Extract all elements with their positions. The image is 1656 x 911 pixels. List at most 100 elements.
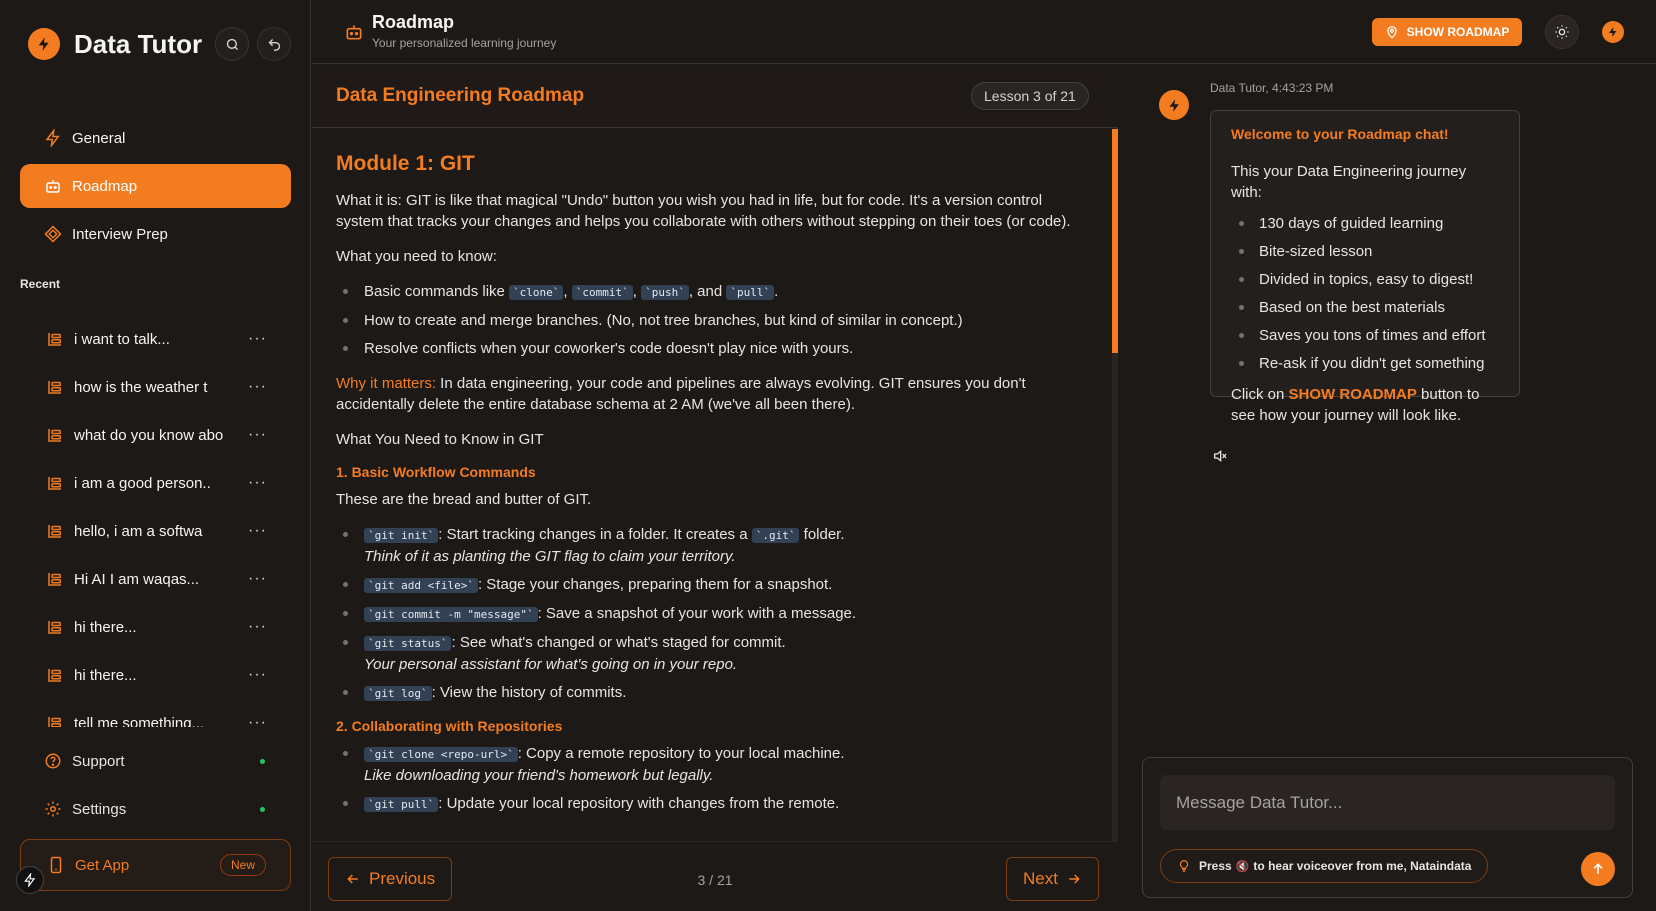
code-snippet: `git init` xyxy=(364,528,439,543)
page-title: Roadmap xyxy=(372,12,455,32)
phone-icon xyxy=(50,856,62,874)
bolt-logo-icon xyxy=(28,28,60,60)
code-snippet: `push` xyxy=(641,285,689,300)
brand[interactable]: Data Tutor xyxy=(28,28,202,60)
mute-icon: 🔇 xyxy=(1235,860,1250,873)
next-button[interactable]: Next xyxy=(1006,857,1099,901)
send-button[interactable] xyxy=(1581,852,1615,886)
more-options-icon[interactable]: ··· xyxy=(248,570,267,588)
collab-list: `git clone <repo-url>`: Copy a remote re… xyxy=(336,743,1078,815)
undo-icon xyxy=(268,38,280,51)
voiceover-hint: Press 🔇 to hear voiceover from me, Natai… xyxy=(1160,849,1489,883)
recent-item[interactable]: hi there... ··· xyxy=(20,651,291,699)
chat-panel: Data Tutor, 4:43:23 PM Welcome to your R… xyxy=(1119,65,1656,911)
more-options-icon[interactable]: ··· xyxy=(248,426,267,444)
more-options-icon[interactable]: ··· xyxy=(248,666,267,684)
gear-icon xyxy=(45,801,61,817)
list-item: Re-ask if you didn't get something xyxy=(1231,353,1499,374)
more-options-icon[interactable]: ··· xyxy=(248,474,267,492)
nav-label: Roadmap xyxy=(72,177,138,195)
lesson-footer: Previous 3 / 21 Next xyxy=(312,841,1118,911)
code-snippet: `git pull` xyxy=(364,797,439,812)
bolt-icon xyxy=(1609,27,1617,37)
show-roadmap-button[interactable]: SHOW ROADMAP xyxy=(1372,18,1522,46)
recent-item[interactable]: i want to talk... ··· xyxy=(20,315,291,363)
code-snippet: `pull` xyxy=(726,285,775,300)
list-item: Divided in topics, easy to digest! xyxy=(1231,269,1499,290)
recent-item[interactable]: how is the weather t ··· xyxy=(20,363,291,411)
chat-list-icon xyxy=(48,621,61,634)
get-app-label: Get App xyxy=(75,856,130,874)
list-item: Bite-sized lesson xyxy=(1231,241,1499,262)
list-item: `git commit -m "message"`: Save a snapsh… xyxy=(336,603,1078,625)
lesson-content[interactable]: Module 1: GIT What it is: GIT is like th… xyxy=(312,129,1112,906)
module-intro: What it is: GIT is like that magical "Un… xyxy=(336,192,1071,230)
recent-list: i want to talk... ··· how is the weather … xyxy=(20,315,291,727)
message-input[interactable] xyxy=(1160,775,1615,830)
message-composer: Press 🔇 to hear voiceover from me, Natai… xyxy=(1142,757,1633,898)
module-title: Module 1: GIT xyxy=(336,152,475,175)
recent-item[interactable]: what do you know abo ··· xyxy=(20,411,291,459)
show-roadmap-link[interactable]: SHOW ROADMAP xyxy=(1289,386,1417,403)
nav-label: Interview Prep xyxy=(72,225,168,243)
robot-icon xyxy=(46,180,60,193)
nav-item-general[interactable]: General xyxy=(20,116,291,160)
get-app-button[interactable]: Get App New xyxy=(20,839,291,891)
bolt-icon xyxy=(24,873,36,887)
chat-list-icon xyxy=(48,717,61,727)
recent-item[interactable]: hi there... ··· xyxy=(20,603,291,651)
chat-list-icon xyxy=(48,477,61,490)
list-item: Saves you tons of times and effort xyxy=(1231,325,1499,346)
chat-list-icon xyxy=(48,573,61,586)
scroll-thumb[interactable] xyxy=(1112,129,1118,353)
section-intro: These are the bread and butter of GIT. xyxy=(336,491,592,508)
nav-item-roadmap[interactable]: Roadmap xyxy=(20,164,291,208)
avatar[interactable] xyxy=(1602,21,1624,43)
more-options-icon[interactable]: ··· xyxy=(248,714,267,727)
speaker-icon[interactable] xyxy=(1212,448,1228,464)
list-item: `git clone <repo-url>`: Copy a remote re… xyxy=(336,743,1078,786)
sun-icon xyxy=(1555,25,1569,39)
search-button[interactable] xyxy=(215,27,249,61)
recent-item[interactable]: tell me something... ··· xyxy=(20,699,291,727)
support-button[interactable]: Support xyxy=(20,739,291,783)
more-options-icon[interactable]: ··· xyxy=(248,522,267,540)
message-meta: Data Tutor, 4:43:23 PM xyxy=(1210,81,1334,95)
chat-message: Welcome to your Roadmap chat! This your … xyxy=(1210,110,1520,424)
code-snippet: `git add <file>` xyxy=(364,578,478,593)
lesson-panel: Data Engineering Roadmap Lesson 3 of 21 … xyxy=(312,65,1118,911)
bot-avatar xyxy=(1159,90,1189,120)
settings-button[interactable]: Settings xyxy=(20,787,291,831)
more-options-icon[interactable]: ··· xyxy=(248,330,267,348)
undo-button[interactable] xyxy=(257,27,291,61)
arrow-right-icon xyxy=(1069,874,1080,884)
next-label: Next xyxy=(1023,869,1058,888)
section-title: 2. Collaborating with Repositories xyxy=(336,718,563,734)
map-pin-icon xyxy=(1386,26,1397,39)
more-options-icon[interactable]: ··· xyxy=(248,618,267,636)
top-bar: Roadmap Your personalized learning journ… xyxy=(312,0,1656,64)
recent-heading: Recent xyxy=(20,277,61,291)
quick-action-button[interactable] xyxy=(16,866,44,894)
message-title: Welcome to your Roadmap chat! xyxy=(1231,126,1449,142)
theme-toggle-button[interactable] xyxy=(1545,15,1579,49)
recent-item[interactable]: i am a good person.. ··· xyxy=(20,459,291,507)
message-outro: Click on SHOW ROADMAP button to see how … xyxy=(1231,386,1480,424)
chat-list-icon xyxy=(48,381,61,394)
chat-list-icon xyxy=(48,525,61,538)
nav-label: General xyxy=(72,129,126,147)
recent-item-label: what do you know abo xyxy=(74,426,224,444)
nav-item-interview-prep[interactable]: Interview Prep xyxy=(20,212,291,256)
recent-item[interactable]: Hi AI I am waqas... ··· xyxy=(20,555,291,603)
list-item: Basic commands like `clone`, `commit`, `… xyxy=(336,281,1078,303)
why-it-matters: Why it matters: In data engineering, you… xyxy=(336,375,1026,413)
page-subtitle: Your personalized learning journey xyxy=(372,36,557,50)
recent-item[interactable]: hello, i am a softwa ··· xyxy=(20,507,291,555)
help-circle-icon xyxy=(45,753,61,769)
lightbulb-icon xyxy=(1179,860,1189,872)
more-options-icon[interactable]: ··· xyxy=(248,378,267,396)
lesson-header: Data Engineering Roadmap Lesson 3 of 21 xyxy=(312,65,1118,128)
recent-item-label: i am a good person.. xyxy=(74,474,211,492)
recent-item-label: hi there... xyxy=(74,618,137,636)
scrollbar[interactable] xyxy=(1112,129,1118,906)
